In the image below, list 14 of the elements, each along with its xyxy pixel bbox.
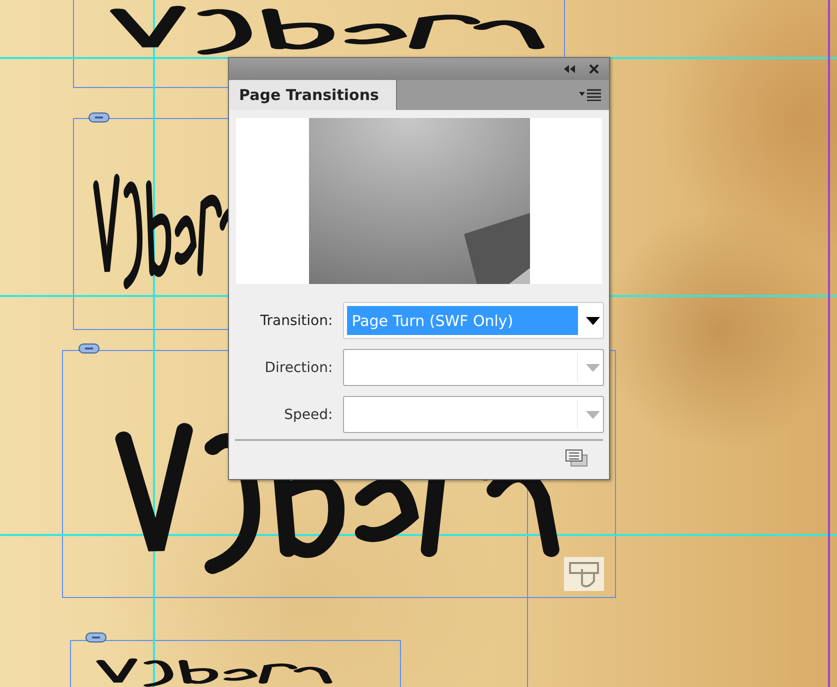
link-icon: [88, 112, 110, 123]
collapse-icon[interactable]: [563, 64, 575, 74]
caret-icon: [586, 364, 600, 372]
panel-menu-icon[interactable]: [579, 89, 601, 101]
link-icon: [85, 632, 107, 643]
caret-icon: [586, 410, 600, 418]
field-label: Speed:: [283, 406, 333, 422]
panel-tab[interactable]: Page Transitions: [229, 80, 397, 110]
field-label: Direction:: [264, 360, 333, 376]
layers-icon[interactable]: [565, 449, 589, 467]
caret-icon: [586, 316, 600, 324]
close-icon[interactable]: [589, 64, 599, 74]
field-label: Transition:: [259, 312, 333, 328]
link-icon: [78, 343, 100, 354]
